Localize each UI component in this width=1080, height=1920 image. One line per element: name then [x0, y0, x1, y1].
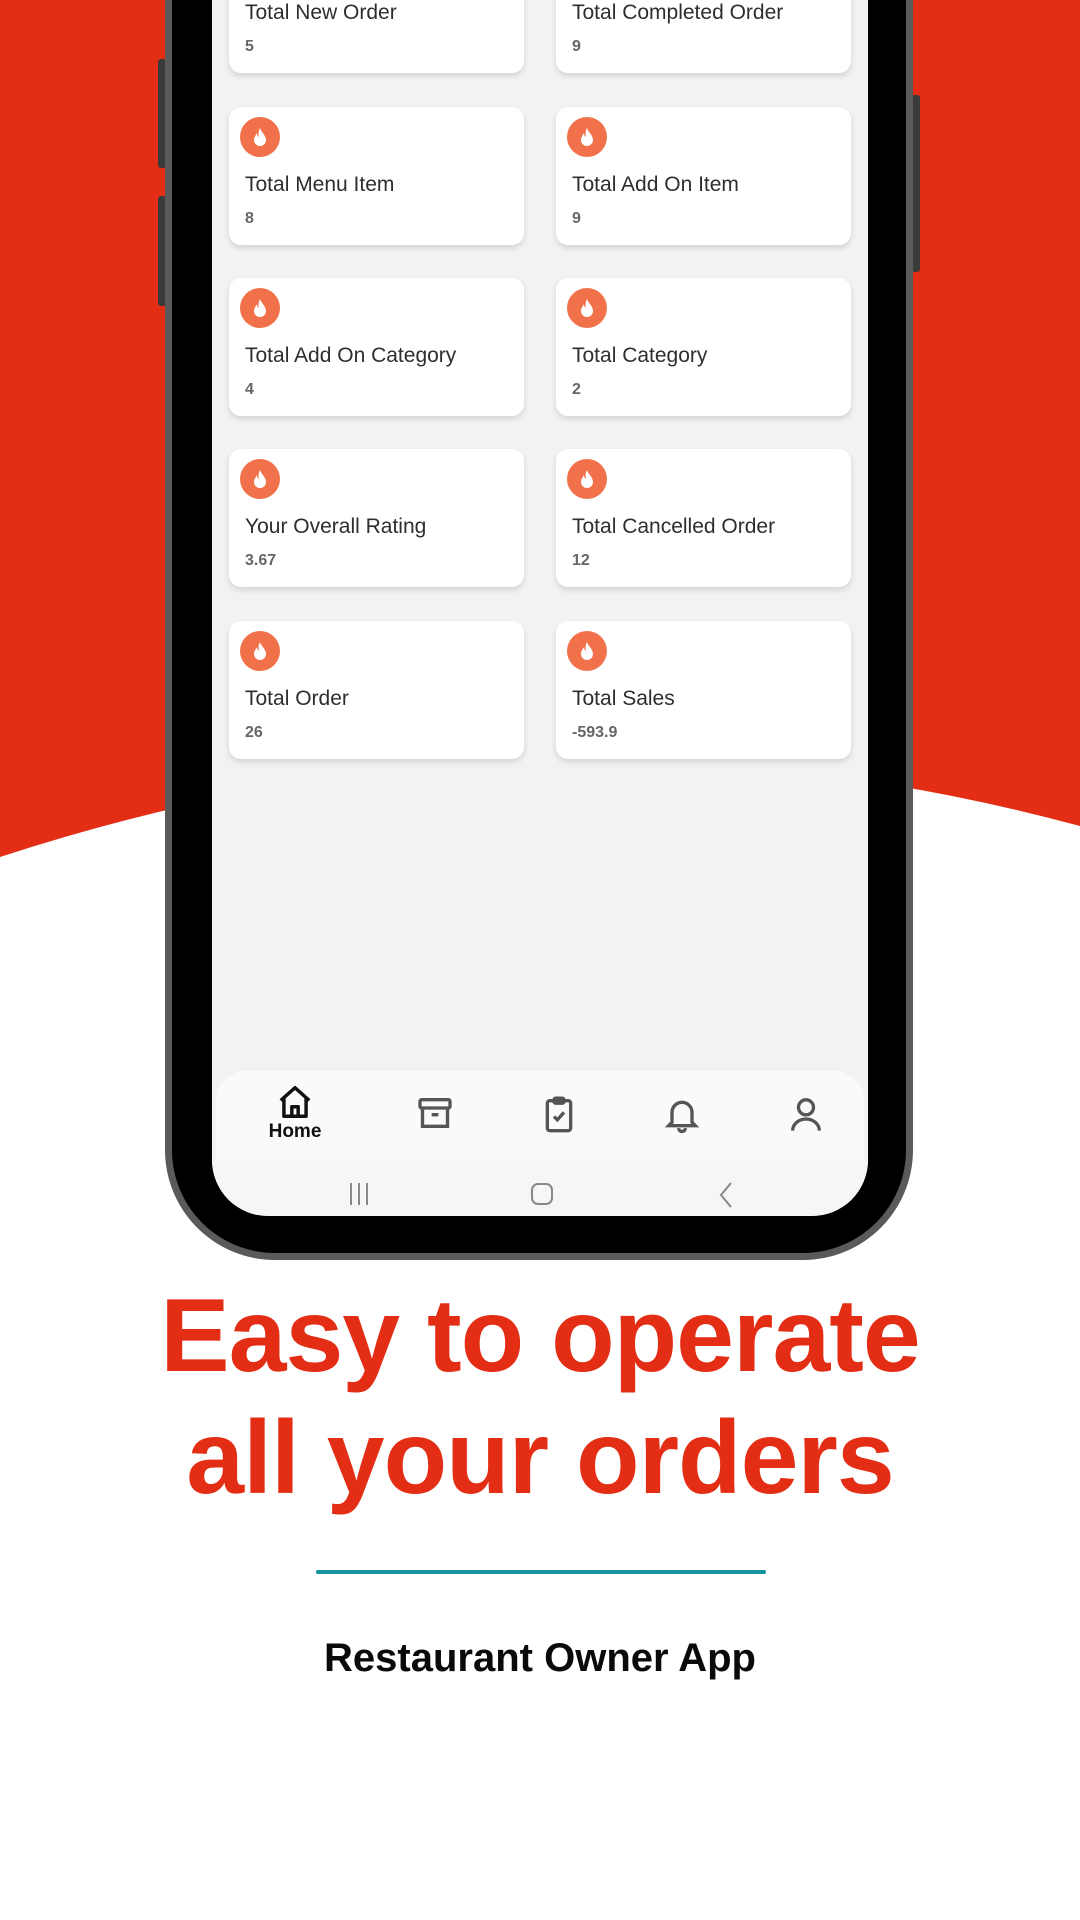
stat-value: 5: [245, 38, 254, 55]
stat-card[interactable]: Total New Order 5: [229, 0, 524, 73]
stat-card[interactable]: Your Overall Rating 3.67: [229, 449, 524, 587]
home-square-icon: [531, 1183, 553, 1205]
nav-tasks[interactable]: [519, 1093, 599, 1135]
nav-home-label: Home: [268, 1121, 322, 1142]
back-icon: [719, 1182, 732, 1208]
stat-value: 4: [245, 381, 254, 398]
stat-title: Total Cancelled Order: [572, 515, 776, 538]
stat-card[interactable]: Total Category 2: [556, 278, 851, 416]
stat-title: Total Completed Order: [572, 1, 784, 24]
divider: [316, 1570, 766, 1574]
headline-line-2: all your orders: [186, 1400, 894, 1516]
stat-value: 12: [572, 552, 590, 569]
promo-headline: Easy to operate all your orders: [0, 1275, 1080, 1519]
fire-icon: [240, 459, 280, 499]
stat-value: 8: [245, 210, 254, 227]
fire-icon: [567, 631, 607, 671]
stat-card[interactable]: Total Sales -593.9: [556, 621, 851, 759]
stat-card[interactable]: Total Add On Category 4: [229, 278, 524, 416]
stat-value: 26: [245, 724, 263, 741]
bottom-nav: Home: [216, 1071, 864, 1163]
home-system-button[interactable]: [529, 1181, 555, 1212]
fire-icon: [240, 631, 280, 671]
stat-value: -593.9: [572, 724, 618, 741]
recents-button[interactable]: [346, 1181, 372, 1212]
clipboard-check-icon: [545, 1096, 573, 1133]
promo-subtitle: Restaurant Owner App: [324, 1636, 756, 1680]
stat-title: Total Sales: [572, 687, 675, 710]
stat-title: Total Order: [245, 687, 349, 710]
archive-icon: [418, 1098, 452, 1128]
nav-home[interactable]: Home: [255, 1083, 335, 1143]
nav-profile[interactable]: [766, 1093, 846, 1135]
bell-icon: [664, 1100, 700, 1134]
fire-icon: [567, 288, 607, 328]
stat-card[interactable]: Total Add On Item 9: [556, 107, 851, 245]
user-icon: [791, 1098, 821, 1131]
stat-title: Total New Order: [245, 1, 397, 24]
system-nav-bar: [212, 1161, 868, 1216]
fire-icon: [567, 459, 607, 499]
stat-value: 9: [572, 38, 581, 55]
nav-orders[interactable]: [395, 1093, 475, 1133]
stat-title: Total Category: [572, 344, 708, 367]
stat-title: Total Add On Item: [572, 173, 739, 196]
stat-value: 2: [572, 381, 581, 398]
stat-value: 9: [572, 210, 581, 227]
stat-card[interactable]: Total Cancelled Order 12: [556, 449, 851, 587]
stat-title: Total Menu Item: [245, 173, 395, 196]
stat-title: Total Add On Category: [245, 344, 457, 367]
stat-title: Your Overall Rating: [245, 515, 427, 538]
fire-icon: [240, 117, 280, 157]
fire-icon: [567, 117, 607, 157]
stat-card[interactable]: Total Completed Order 9: [556, 0, 851, 73]
back-button[interactable]: [713, 1181, 739, 1214]
home-icon: [279, 1086, 311, 1118]
headline-line-1: Easy to operate: [160, 1278, 921, 1394]
fire-icon: [240, 288, 280, 328]
recents-icon: [350, 1183, 368, 1205]
phone-screen: Total New Order 5 Total Completed Order 9 To…: [212, 0, 868, 1216]
nav-notifications[interactable]: [642, 1093, 722, 1135]
stat-card[interactable]: Total Order 26: [229, 621, 524, 759]
stat-card[interactable]: Total Menu Item 8: [229, 107, 524, 245]
stat-value: 3.67: [245, 552, 277, 569]
